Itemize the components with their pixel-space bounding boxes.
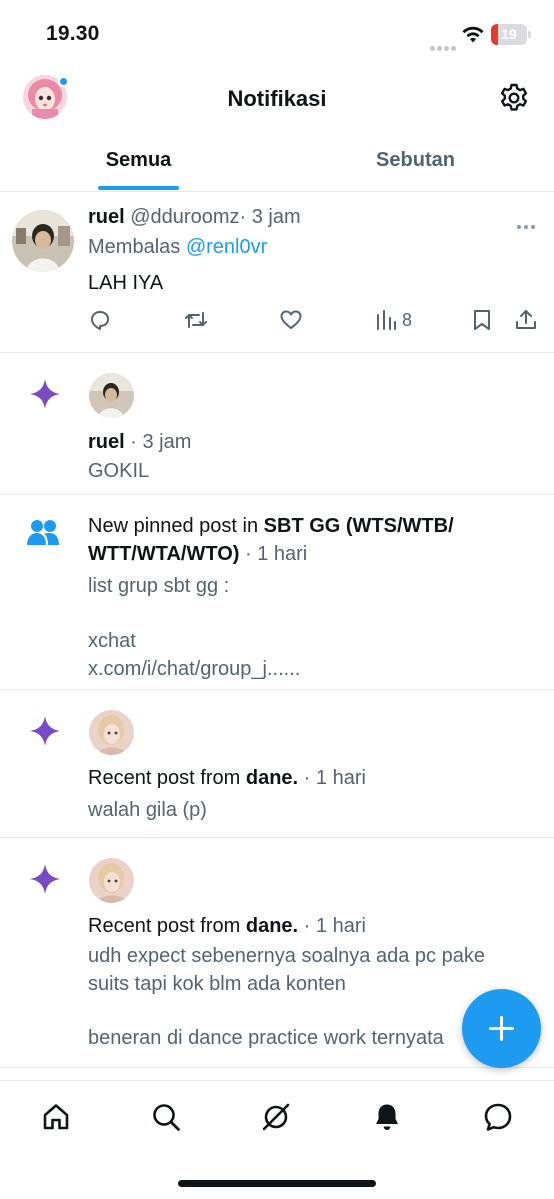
views-button[interactable]: 8: [374, 308, 434, 334]
user-handle[interactable]: @dduroomz: [130, 206, 239, 228]
plus-icon-vertical: [500, 1016, 503, 1041]
more-options-icon[interactable]: [517, 216, 538, 234]
share-button[interactable]: [514, 308, 538, 334]
notification-recent-post[interactable]: Recent post from dane. · 1 hari walah gi…: [0, 690, 554, 838]
notification-text-line1: list grup sbt gg :: [88, 575, 230, 597]
header: Notifikasi: [0, 70, 554, 130]
avatar[interactable]: [89, 373, 134, 418]
timestamp: · 1 hari: [303, 915, 366, 937]
sparkle-icon: [30, 716, 60, 746]
notifications-bell-icon[interactable]: [371, 1101, 403, 1133]
notification-tabs: Semua Sebutan: [0, 138, 554, 192]
tab-mentions[interactable]: Sebutan: [277, 138, 554, 191]
notification-header-cont: WTT/WTA/WTO) · 1 hari: [88, 543, 307, 566]
wifi-icon: [462, 26, 484, 43]
user-name[interactable]: dane.: [246, 767, 298, 789]
status-bar: 19.30 19: [0, 0, 554, 70]
grok-icon[interactable]: [260, 1101, 292, 1133]
gear-icon[interactable]: [498, 82, 530, 114]
home-indicator[interactable]: [178, 1180, 376, 1187]
community-icon: [27, 520, 59, 545]
timestamp: · 1 hari: [303, 767, 366, 789]
active-tab-indicator: [98, 186, 179, 190]
home-icon[interactable]: [40, 1101, 72, 1133]
replying-to: Membalas @renl0vr: [88, 236, 267, 259]
tweet-header: ruel @dduroomz· 3 jam: [88, 206, 301, 229]
page-title: Notifikasi: [227, 86, 327, 111]
avatar[interactable]: [89, 710, 134, 755]
notification-text-line3: beneran di dance practice work ternyata: [88, 1027, 444, 1049]
community-name-line1[interactable]: SBT GG (WTS/WTB/: [264, 515, 454, 537]
tweet-text: LAH IYA: [88, 272, 164, 294]
notification-prefix: Recent post from: [88, 915, 241, 937]
tweet-actions: 8: [88, 308, 548, 338]
notification-text-line1: udh expect sebenernya soalnya ada pc pak…: [88, 945, 485, 967]
status-time: 19.30: [46, 22, 100, 45]
user-name[interactable]: dane.: [246, 915, 298, 937]
timestamp: · 3 jam: [130, 431, 192, 453]
views-count: 8: [402, 310, 413, 330]
user-name[interactable]: ruel: [88, 431, 125, 453]
views-icon: [377, 310, 396, 330]
notification-recommendation[interactable]: ruel · 3 jam GOKIL: [0, 353, 554, 495]
sparkle-icon: [30, 864, 60, 894]
notification-text: GOKIL: [88, 460, 150, 482]
battery-indicator: 19: [491, 24, 527, 45]
notification-text-line3: x.com/i/chat/group_j......: [88, 658, 301, 680]
compose-button[interactable]: [462, 989, 541, 1068]
notification-text-line2: xchat: [88, 630, 136, 652]
notification-reply[interactable]: ruel @dduroomz· 3 jam Membalas @renl0vr …: [0, 192, 554, 353]
notification-header: Recent post from dane. · 1 hari: [88, 915, 366, 938]
search-icon[interactable]: [150, 1101, 182, 1133]
user-name[interactable]: ruel: [88, 206, 125, 228]
timestamp: · 3 jam: [239, 206, 301, 228]
cellular-signal-icon: [430, 38, 458, 56]
share-icon: [516, 310, 536, 329]
battery-cap: [528, 31, 531, 38]
repost-button[interactable]: [184, 308, 208, 334]
community-name-line2[interactable]: WTT/WTA/WTO): [88, 543, 239, 565]
avatar[interactable]: [89, 858, 134, 903]
like-button[interactable]: [279, 308, 303, 334]
bookmark-icon: [474, 310, 490, 330]
timestamp: · 1 hari: [245, 543, 308, 565]
battery-level: 19: [501, 26, 517, 42]
tab-all[interactable]: Semua: [0, 138, 277, 191]
replying-to-label: Membalas: [88, 236, 181, 258]
notification-community[interactable]: New pinned post in SBT GG (WTS/WTB/ WTT/…: [0, 495, 554, 690]
notification-prefix: New pinned post in: [88, 515, 259, 537]
notification-feed[interactable]: ruel @dduroomz· 3 jam Membalas @renl0vr …: [0, 192, 554, 1068]
notification-prefix: Recent post from: [88, 767, 241, 789]
notification-header: ruel · 3 jam: [88, 431, 191, 454]
notification-header: Recent post from dane. · 1 hari: [88, 767, 366, 790]
repost-icon: [185, 312, 207, 328]
notification-header: New pinned post in SBT GG (WTS/WTB/: [88, 515, 454, 538]
notification-text: walah gila (p): [88, 799, 207, 821]
messages-icon[interactable]: [482, 1101, 514, 1133]
reply-icon: [91, 311, 109, 330]
sparkle-icon: [30, 379, 60, 409]
bookmark-button[interactable]: [470, 308, 494, 334]
heart-icon: [280, 310, 302, 329]
replying-to-handle[interactable]: @renl0vr: [186, 236, 267, 258]
avatar[interactable]: [12, 210, 74, 272]
reply-button[interactable]: [88, 308, 112, 334]
notification-text-line2: suits tapi kok blm ada konten: [88, 973, 346, 995]
